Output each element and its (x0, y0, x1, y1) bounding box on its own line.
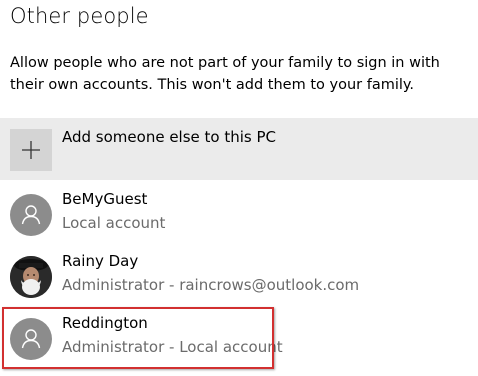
account-type: Administrator - raincrows@outlook.com (62, 276, 360, 294)
account-name: BeMyGuest (62, 190, 148, 208)
add-someone-button[interactable]: Add someone else to this PC (0, 118, 478, 180)
add-someone-label: Add someone else to this PC (62, 128, 277, 146)
account-type: Administrator - Local account (62, 338, 283, 356)
account-item-reddington[interactable]: Reddington Administrator - Local account (0, 310, 478, 370)
account-item-bemyguest[interactable]: BeMyGuest Local account (0, 186, 478, 246)
account-item-rainy-day[interactable]: Rainy Day Administrator - raincrows@outl… (0, 248, 478, 308)
section-description: Allow people who are not part of your fa… (10, 55, 440, 93)
person-icon (10, 194, 52, 236)
person-icon (10, 318, 52, 360)
plus-icon (10, 129, 52, 171)
account-name: Reddington (62, 314, 148, 332)
other-people-settings-page: Other people Allow people who are not pa… (0, 0, 478, 376)
user-photo-avatar (10, 256, 52, 298)
account-name: Rainy Day (62, 252, 139, 270)
account-type: Local account (62, 214, 166, 232)
page-title: Other people (10, 4, 149, 28)
